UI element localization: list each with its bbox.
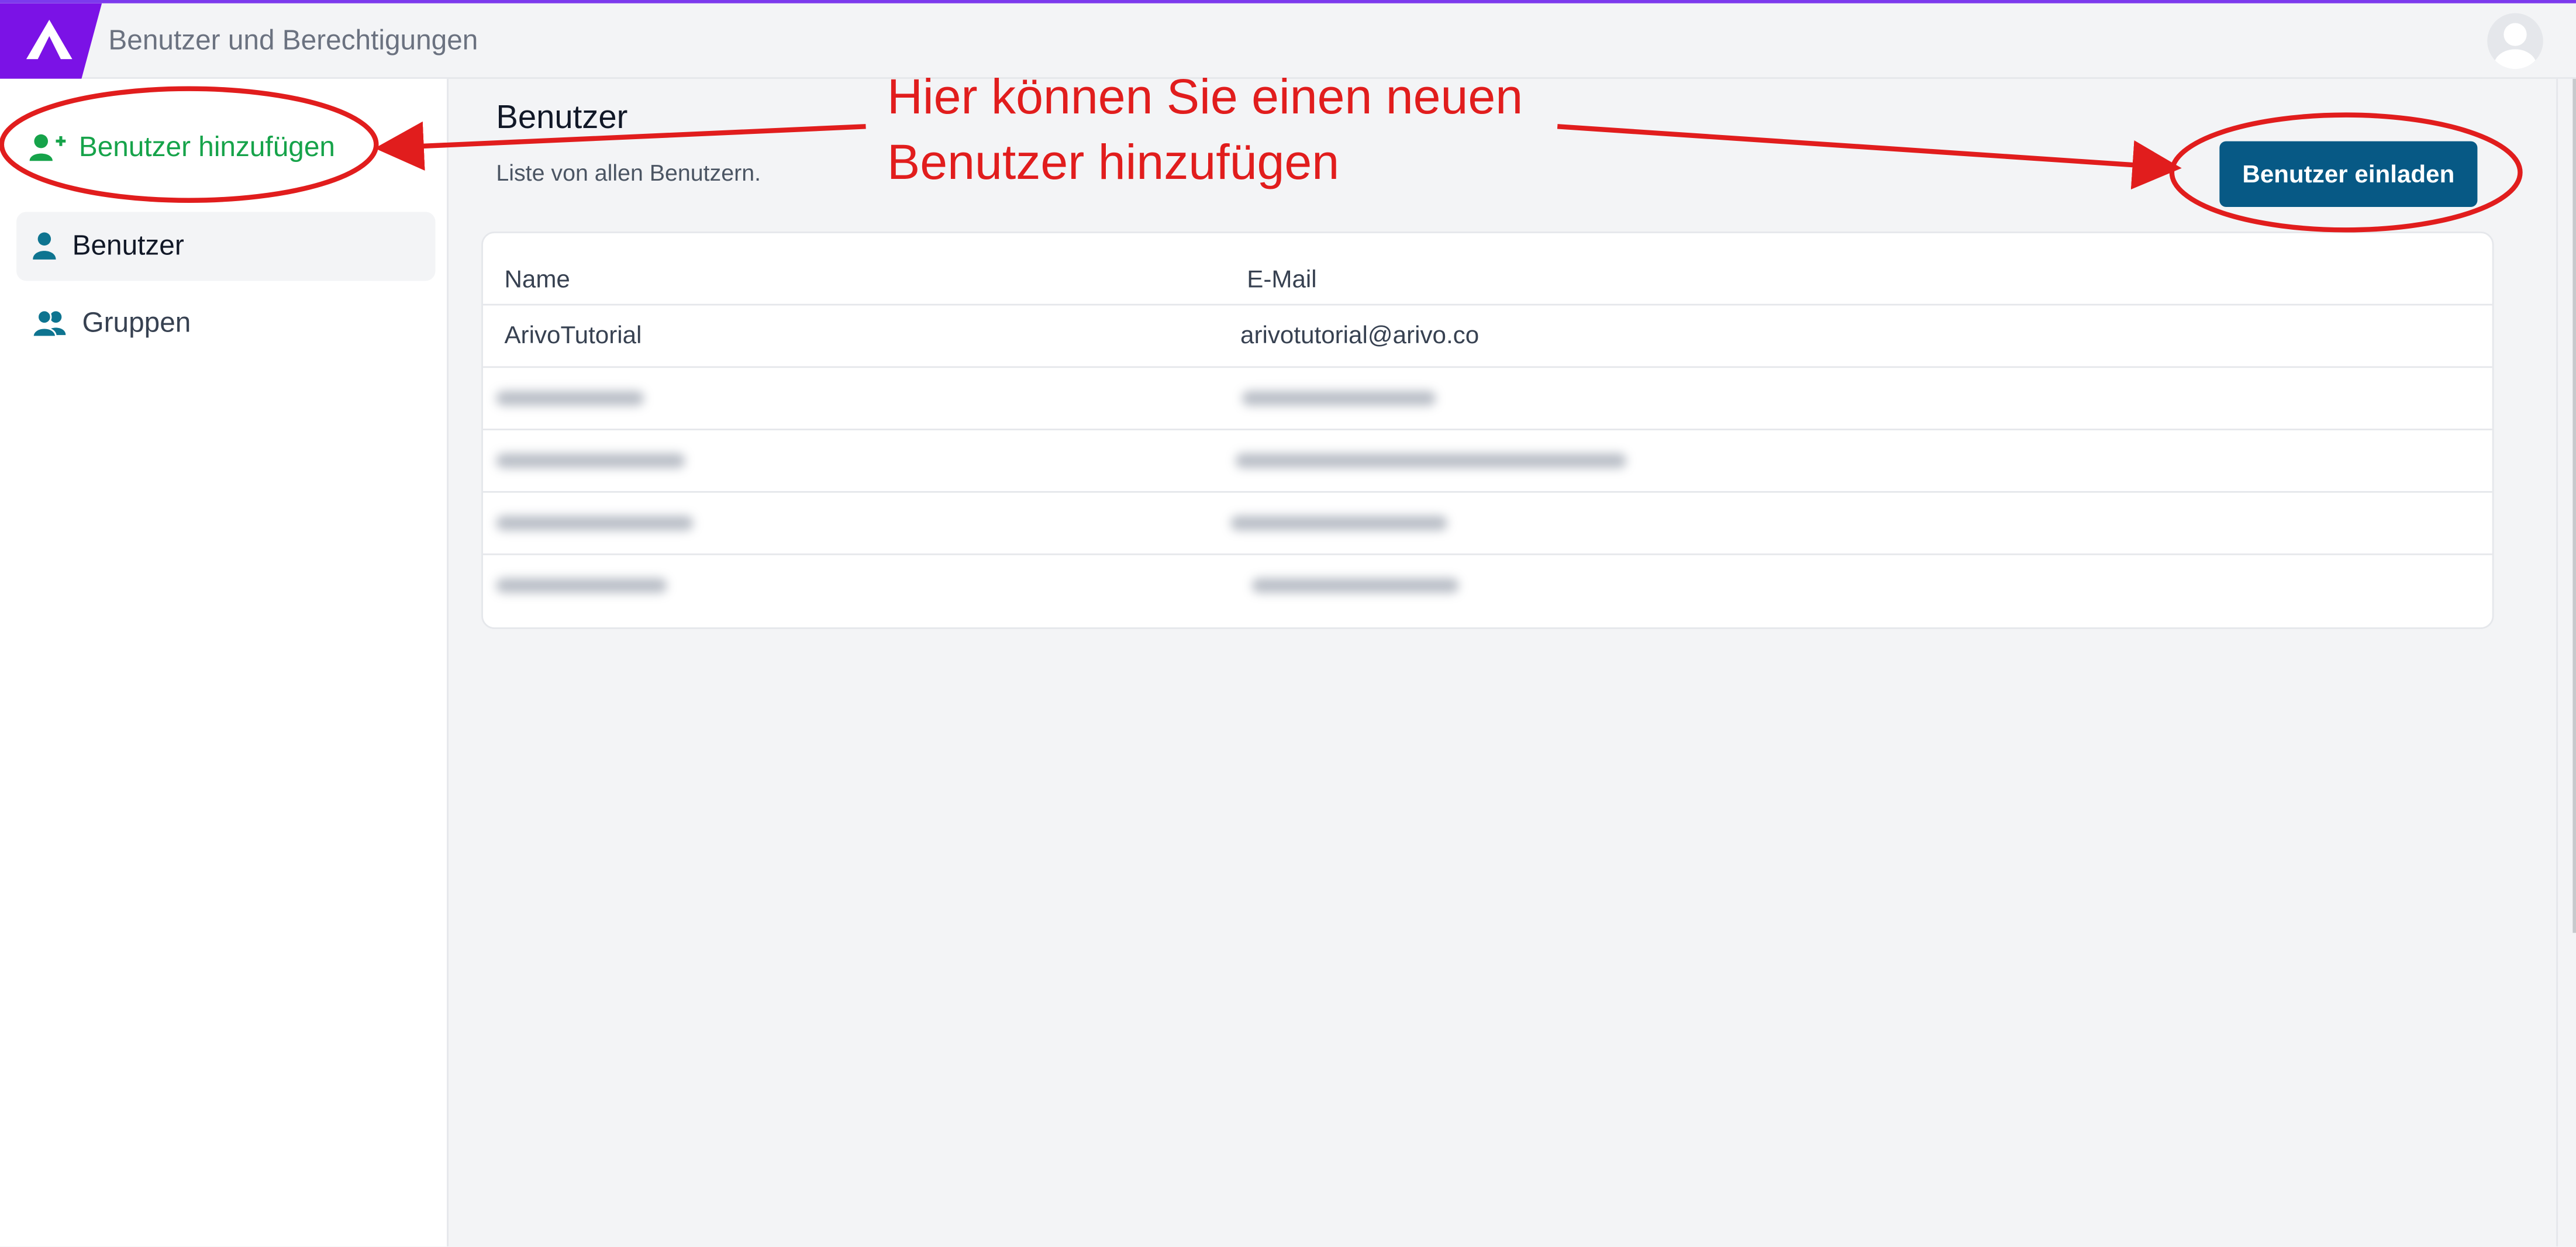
- blurred-email: [1230, 516, 1447, 531]
- table-row[interactable]: [482, 366, 2492, 431]
- table-row[interactable]: [483, 554, 2492, 616]
- blurred-name: [496, 391, 644, 406]
- add-user-label: Benutzer hinzufügen: [78, 131, 335, 163]
- column-header-email[interactable]: E-Mail: [1247, 266, 1316, 294]
- app-logo[interactable]: [0, 3, 102, 79]
- page-title: Benutzer: [496, 100, 628, 137]
- annotation-arrow-right: [1557, 124, 2182, 190]
- scrollbar-thumb[interactable]: [2572, 78, 2576, 933]
- blurred-name: [496, 578, 667, 593]
- blurred-name: [496, 453, 685, 468]
- annotation-line-1: Hier können Sie einen neuen: [887, 70, 1523, 125]
- column-header-name[interactable]: Name: [504, 266, 570, 294]
- blurred-email: [1251, 578, 1459, 593]
- user-icon: [33, 232, 56, 260]
- page-subtitle: Liste von allen Benutzern.: [496, 159, 761, 186]
- users-table: Name E-Mail ArivoTutorial arivotutorial@…: [481, 232, 2494, 629]
- sidebar-item-label: Benutzer: [72, 230, 184, 261]
- table-row[interactable]: [482, 491, 2492, 555]
- invite-user-button[interactable]: Benutzer einladen: [2219, 141, 2478, 207]
- sidebar-item-benutzer[interactable]: Benutzer: [16, 212, 436, 281]
- table-header: Name E-Mail: [482, 233, 2492, 306]
- logo-a-icon: [26, 19, 73, 60]
- user-email: arivotutorial@arivo.co: [1240, 322, 1480, 350]
- avatar-icon: [2494, 23, 2537, 69]
- table-row[interactable]: [482, 429, 2492, 493]
- users-icon: [33, 309, 66, 338]
- add-user-link[interactable]: Benutzer hinzufügen: [29, 131, 335, 164]
- sidebar: Benutzer hinzufügen Benutzer Gruppen: [0, 78, 449, 1247]
- app-title: Benutzer und Berechtigungen: [108, 25, 478, 56]
- blurred-email: [1242, 391, 1436, 406]
- blurred-email: [1235, 453, 1627, 468]
- annotation-text: Hier können Sie einen neuen Benutzer hin…: [887, 65, 1523, 197]
- sidebar-item-gruppen[interactable]: Gruppen: [16, 289, 435, 358]
- app-window: Benutzer und Berechtigungen Benutzer hin…: [0, 0, 2576, 1247]
- user-plus-icon: [29, 134, 66, 161]
- blurred-name: [496, 516, 694, 531]
- table-row[interactable]: ArivoTutorial arivotutorial@arivo.co: [482, 304, 2492, 368]
- sidebar-item-label: Gruppen: [82, 307, 191, 338]
- user-name: ArivoTutorial: [504, 322, 642, 350]
- annotation-line-2: Benutzer hinzufügen: [887, 136, 1340, 191]
- user-avatar[interactable]: [2487, 13, 2543, 69]
